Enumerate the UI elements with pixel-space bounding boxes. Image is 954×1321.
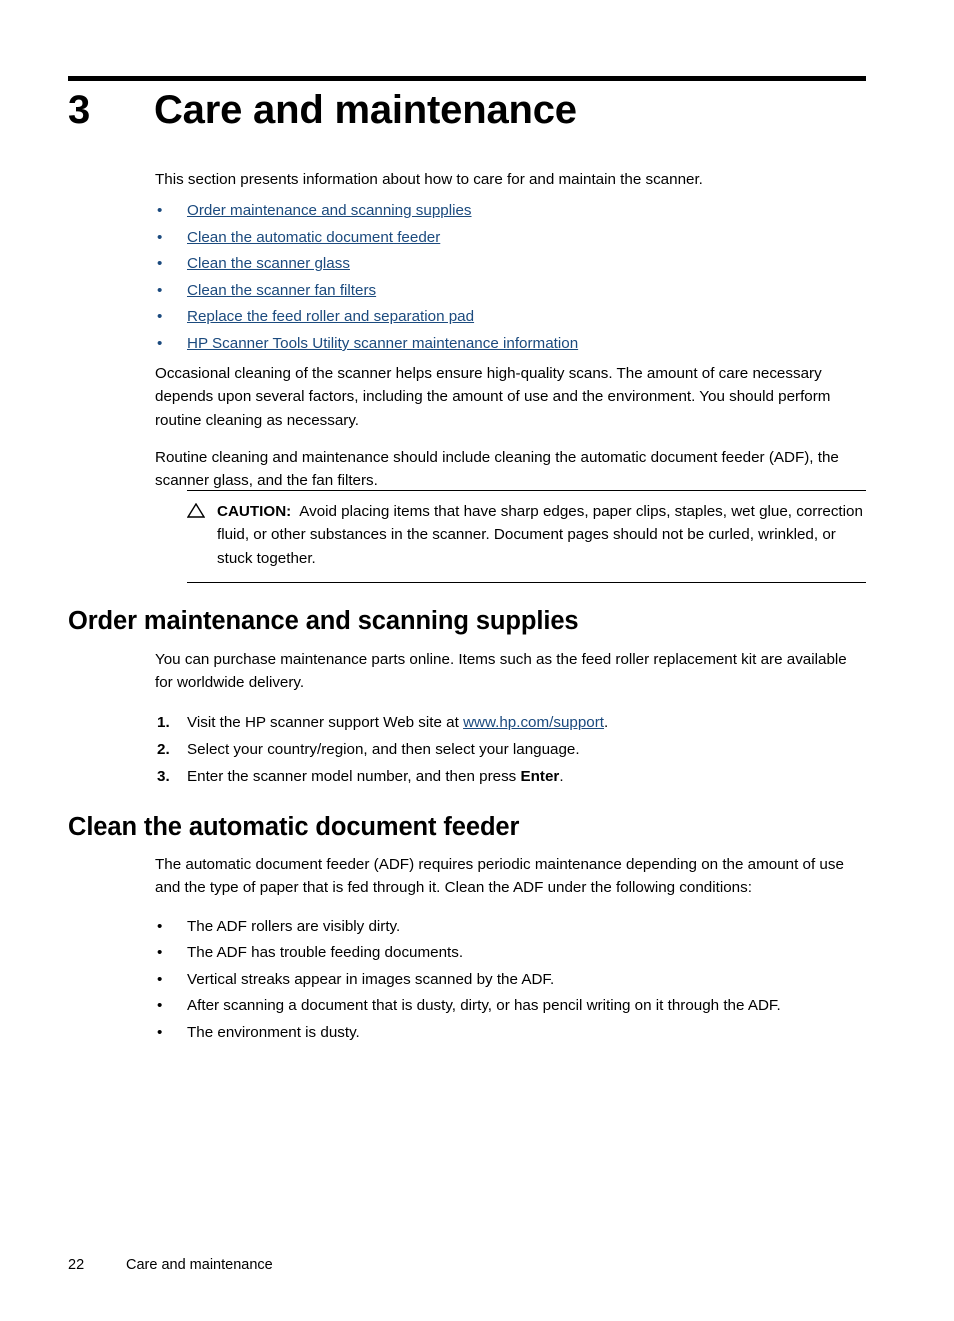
toc-link-scanner-tools-utility[interactable]: HP Scanner Tools Utility scanner mainten…	[187, 335, 578, 352]
list-item[interactable]: • Order maintenance and scanning supplie…	[0, 198, 954, 225]
toc-link-list-block: • Order maintenance and scanning supplie…	[0, 198, 954, 372]
section-heading-order-supplies: Order maintenance and scanning supplies	[68, 607, 579, 635]
step-text-after: .	[559, 767, 564, 785]
list-item[interactable]: • Clean the scanner fan filters	[0, 278, 954, 305]
chapter-rule	[68, 76, 866, 81]
toc-link-clean-fan-filters[interactable]: Clean the scanner fan filters	[187, 282, 376, 299]
order-supplies-intro: You can purchase maintenance parts onlin…	[155, 651, 847, 692]
list-item[interactable]: • HP Scanner Tools Utility scanner maint…	[0, 331, 954, 358]
condition-text: The environment is dusty.	[187, 1023, 360, 1041]
page-footer: 22 Care and maintenance	[68, 1257, 868, 1273]
toc-link-order-supplies[interactable]: Order maintenance and scanning supplies	[187, 202, 472, 219]
bullet-icon: •	[157, 917, 163, 935]
list-item: • After scanning a document that is dust…	[0, 993, 954, 1020]
step-number: 1.	[157, 713, 170, 731]
chapter-number: 3	[68, 88, 91, 132]
caution-note-block: CAUTION: Avoid placing items that have sh…	[0, 472, 954, 583]
occasional-cleaning-paragraph: Occasional cleaning of the scanner helps…	[155, 365, 831, 429]
document-page: 3 Care and maintenance This section pres…	[0, 0, 954, 1321]
intro-paragraph: This section presents information about …	[155, 171, 703, 188]
order-supplies-block: You can purchase maintenance parts onlin…	[0, 648, 954, 804]
bullet-icon: •	[157, 255, 163, 273]
list-item: 2. Select your country/region, and then …	[0, 736, 954, 763]
caution-note: CAUTION: Avoid placing items that have sh…	[186, 490, 866, 583]
bullet-icon: •	[157, 202, 163, 219]
bullet-icon: •	[157, 334, 163, 352]
list-item: • The ADF has trouble feeding documents.	[0, 940, 954, 967]
order-supplies-steps: 1. Visit the HP scanner support Web site…	[0, 709, 954, 790]
list-item: • The ADF rollers are visibly dirty.	[0, 914, 954, 941]
toc-link-clean-glass[interactable]: Clean the scanner glass	[187, 255, 350, 272]
list-item[interactable]: • Replace the feed roller and separation…	[0, 304, 954, 331]
list-item[interactable]: • Clean the scanner glass	[0, 251, 954, 278]
enter-key-label: Enter	[520, 767, 560, 785]
list-item: 3. Enter the scanner model number, and t…	[0, 763, 954, 790]
condition-text: Vertical streaks appear in images scanne…	[187, 970, 555, 988]
bullet-icon: •	[157, 997, 163, 1015]
bullet-icon: •	[157, 281, 163, 299]
chapter-title: Care and maintenance	[154, 88, 577, 132]
step-number: 2.	[157, 740, 170, 758]
clean-adf-block: The automatic document feeder (ADF) requ…	[0, 853, 954, 1060]
caution-note-body: CAUTION: Avoid placing items that have sh…	[187, 500, 866, 570]
condition-text: After scanning a document that is dusty,…	[187, 997, 781, 1015]
caution-label: CAUTION:	[217, 503, 292, 520]
step-text: Select your country/region, and then sel…	[187, 740, 580, 758]
step-text-after: .	[604, 713, 609, 731]
step-text: Visit the HP scanner support Web site at	[187, 713, 464, 731]
list-item[interactable]: • Clean the automatic document feeder	[0, 225, 954, 252]
bullet-icon: •	[157, 308, 163, 326]
list-item: • Vertical streaks appear in images scan…	[0, 967, 954, 994]
bullet-icon: •	[157, 970, 163, 988]
section-heading-clean-adf: Clean the automatic document feeder	[68, 813, 520, 841]
footer-page-number: 22	[68, 1257, 85, 1273]
toc-link-replace-feed-roller[interactable]: Replace the feed roller and separation p…	[187, 308, 474, 325]
bullet-icon: •	[157, 228, 163, 246]
chapter-heading: 3 Care and maintenance	[68, 90, 878, 130]
step-text: Enter the scanner model number, and then…	[187, 767, 521, 785]
list-item: 1. Visit the HP scanner support Web site…	[0, 709, 954, 736]
condition-text: The ADF rollers are visibly dirty.	[187, 917, 401, 935]
list-item: • The environment is dusty.	[0, 1020, 954, 1047]
warning-triangle-icon	[186, 502, 206, 518]
bullet-icon: •	[157, 1023, 163, 1041]
bullet-icon: •	[157, 944, 163, 962]
toc-link-list: • Order maintenance and scanning supplie…	[0, 198, 954, 358]
clean-adf-intro: The automatic document feeder (ADF) requ…	[155, 856, 844, 897]
adf-conditions-list: • The ADF rollers are visibly dirty. • T…	[0, 914, 954, 1047]
toc-link-clean-adf[interactable]: Clean the automatic document feeder	[187, 229, 440, 246]
footer-chapter-title: Care and maintenance	[126, 1257, 273, 1273]
step-number: 3.	[157, 767, 170, 785]
hp-support-link[interactable]: www.hp.com/support	[463, 714, 604, 731]
caution-text: Avoid placing items that have sharp edge…	[217, 503, 863, 567]
condition-text: The ADF has trouble feeding documents.	[187, 944, 464, 962]
